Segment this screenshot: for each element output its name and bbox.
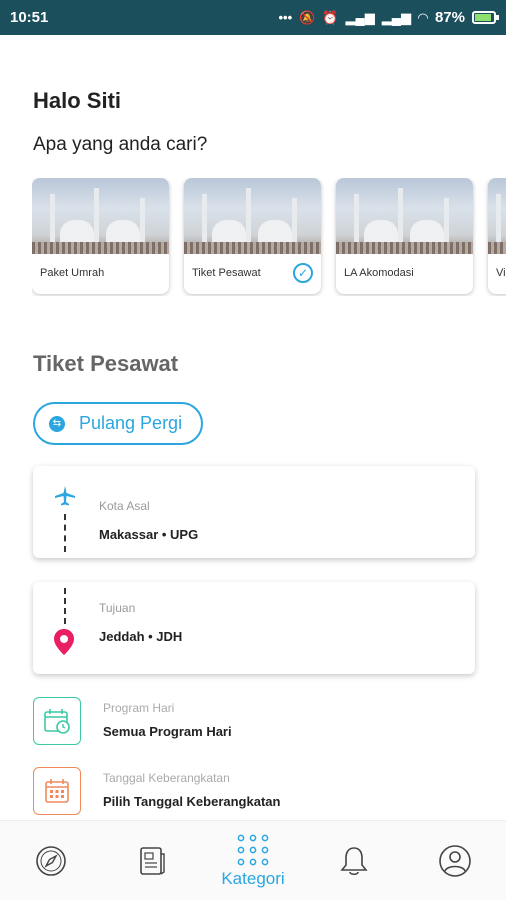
compass-icon bbox=[35, 845, 66, 876]
category-image bbox=[336, 178, 473, 254]
departure-date-field[interactable]: Tanggal Keberangkatan Pilih Tanggal Kebe… bbox=[33, 767, 473, 817]
destination-field[interactable]: Tujuan Jeddah • JDH bbox=[33, 582, 475, 674]
section-title: Tiket Pesawat bbox=[33, 351, 179, 376]
origin-field[interactable]: Kota Asal Makassar • UPG bbox=[33, 466, 475, 558]
category-card-visa[interactable]: Vi bbox=[488, 178, 506, 294]
nav-kategori-label: Kategori bbox=[221, 868, 285, 888]
category-label: LA Akomodasi bbox=[344, 267, 414, 279]
program-field[interactable]: Program Hari Semua Program Hari bbox=[33, 697, 473, 747]
signal-2-icon: ▂▄▆ bbox=[381, 9, 411, 25]
alarm-icon: ⏰ bbox=[322, 9, 339, 25]
check-icon: ✓ bbox=[293, 263, 313, 283]
category-image bbox=[488, 178, 506, 254]
program-calendar-icon bbox=[33, 697, 81, 745]
plane-icon bbox=[55, 486, 75, 506]
category-card-la-akomodasi[interactable]: LA Akomodasi bbox=[336, 178, 473, 294]
trip-type-button[interactable]: ⇆ Pulang Pergi bbox=[33, 402, 203, 445]
category-image bbox=[32, 178, 169, 254]
mute-icon: 🔕 bbox=[299, 9, 316, 25]
battery-icon bbox=[472, 11, 499, 24]
status-bar: 10:51 ••• 🔕 ⏰ ▂▄▆ ▂▄▆ ◠ 87% bbox=[0, 0, 506, 35]
route-dash bbox=[64, 588, 66, 624]
origin-value: Makassar • UPG bbox=[99, 527, 199, 542]
battery-percent: 87% bbox=[434, 9, 465, 26]
nav-kategori[interactable]: Kategori bbox=[202, 821, 303, 900]
wifi-icon: ◠ bbox=[417, 9, 428, 25]
category-label: Vi bbox=[496, 267, 506, 279]
category-label: Tiket Pesawat bbox=[192, 267, 261, 279]
route-dash bbox=[64, 514, 66, 552]
departure-label: Tanggal Keberangkatan bbox=[103, 771, 230, 785]
signal-icon: ▂▄▆ bbox=[345, 9, 375, 25]
profile-icon bbox=[439, 844, 472, 877]
status-time: 10:51 bbox=[10, 9, 49, 26]
category-card-paket-umrah[interactable]: Paket Umrah bbox=[32, 178, 169, 294]
grid-dots-icon bbox=[237, 834, 269, 865]
bell-icon bbox=[340, 846, 368, 875]
category-carousel[interactable]: Paket Umrah Tiket Pesawat ✓ LA Akomodasi… bbox=[32, 178, 506, 296]
nav-profile[interactable] bbox=[405, 821, 506, 900]
search-question: Apa yang anda cari? bbox=[33, 134, 208, 155]
category-label: Paket Umrah bbox=[40, 267, 105, 279]
nav-notifications[interactable] bbox=[304, 821, 405, 900]
category-image bbox=[184, 178, 321, 254]
destination-value: Jeddah • JDH bbox=[99, 629, 183, 644]
destination-label: Tujuan bbox=[99, 601, 136, 615]
more-dots-icon: ••• bbox=[278, 10, 293, 25]
document-icon bbox=[139, 846, 165, 875]
trip-type-label: Pulang Pergi bbox=[79, 413, 183, 433]
departure-value: Pilih Tanggal Keberangkatan bbox=[103, 794, 281, 809]
round-trip-icon: ⇆ bbox=[49, 415, 65, 432]
nav-orders[interactable] bbox=[101, 821, 202, 900]
program-value: Semua Program Hari bbox=[103, 724, 232, 739]
nav-explore[interactable] bbox=[0, 821, 101, 900]
date-calendar-icon bbox=[33, 767, 81, 815]
category-card-tiket-pesawat[interactable]: Tiket Pesawat ✓ bbox=[184, 178, 321, 294]
location-pin-icon bbox=[54, 629, 74, 655]
greeting-title: Halo Siti bbox=[33, 88, 122, 113]
status-icons: ••• 🔕 ⏰ ▂▄▆ ▂▄▆ ◠ 87% bbox=[278, 9, 499, 26]
bottom-nav: Kategori bbox=[0, 820, 506, 900]
origin-label: Kota Asal bbox=[99, 499, 150, 513]
program-label: Program Hari bbox=[103, 701, 175, 715]
